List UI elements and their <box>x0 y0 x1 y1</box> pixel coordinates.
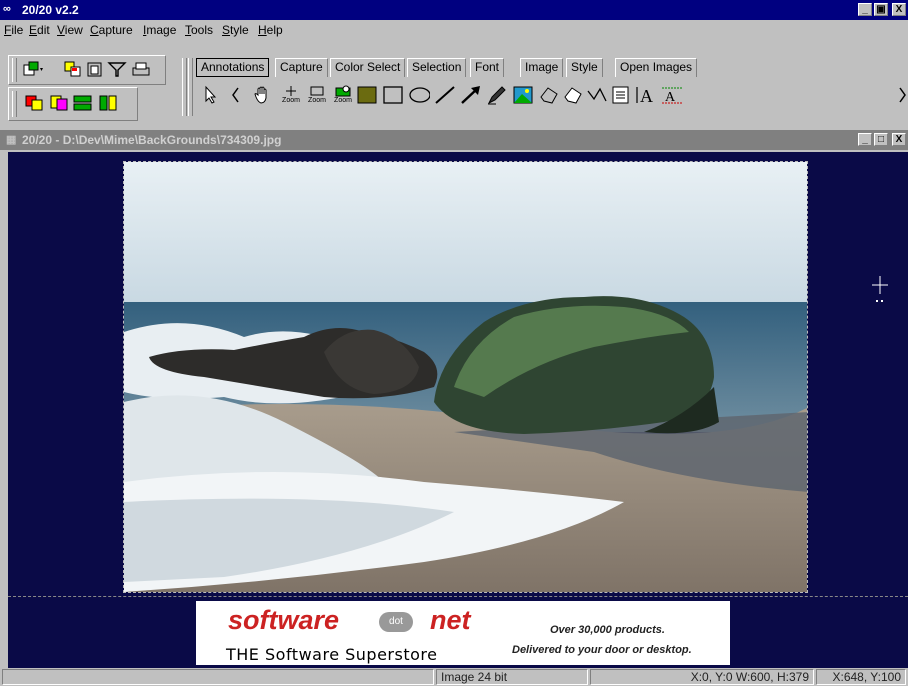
beach-photo[interactable] <box>123 161 808 593</box>
menu-capture[interactable]: Capture <box>90 23 133 37</box>
zoom-rect-tool[interactable]: Zoom <box>306 84 328 104</box>
text-tool-icon[interactable]: A <box>634 85 656 105</box>
status-mode: Image 24 bit <box>436 669 588 685</box>
callout-tool-icon[interactable]: A <box>660 85 682 105</box>
image-window-icon: ▦ <box>6 134 17 146</box>
zoom-in-tool[interactable]: Zoom <box>280 84 302 104</box>
app-title: 20/20 v2.2 <box>22 3 79 17</box>
menu-style[interactable]: Style <box>222 23 249 37</box>
menu-help[interactable]: Help <box>258 23 283 37</box>
ad-dot-badge: dot <box>379 612 413 632</box>
close-button[interactable]: X <box>892 3 906 16</box>
new-image-icon[interactable] <box>22 59 44 79</box>
tile-vertical-icon[interactable] <box>98 93 120 113</box>
glasses-icon: ∞ <box>3 3 11 15</box>
copy-icon[interactable] <box>62 59 84 79</box>
ad-banner[interactable]: software dot net THE Software Superstore… <box>196 601 730 665</box>
child-minimize-button[interactable]: _ <box>858 133 872 146</box>
child-close-button[interactable]: X <box>892 133 906 146</box>
svg-text:A: A <box>640 86 653 105</box>
ellipse-tool-icon[interactable] <box>408 85 430 105</box>
image-canvas[interactable] <box>8 152 908 596</box>
status-bar: Image 24 bit X:0, Y:0 W:600, H:379 X:648… <box>0 668 908 686</box>
scroll-right-icon[interactable] <box>892 85 908 105</box>
tile-horizontal-icon[interactable] <box>72 93 94 113</box>
tab-style[interactable]: Style <box>566 58 603 77</box>
paste-icon[interactable] <box>84 59 106 79</box>
hand-tool-icon[interactable] <box>252 85 274 105</box>
toolbar-grip[interactable] <box>182 58 187 116</box>
tab-open-images[interactable]: Open Images <box>615 58 698 77</box>
filled-polygon-tool-icon[interactable] <box>562 85 584 105</box>
status-empty <box>2 669 434 685</box>
toolbar-grip[interactable] <box>12 91 17 117</box>
ad-area: software dot net THE Software Superstore… <box>8 596 908 669</box>
filter-icon[interactable] <box>106 59 128 79</box>
ad-line-1: Over 30,000 products. <box>550 624 665 636</box>
pen-tool-icon[interactable] <box>486 85 508 105</box>
image-window-title: 20/20 - D:\Dev\Mime\BackGrounds\734309.j… <box>22 133 282 147</box>
menu-file[interactable]: File <box>4 23 23 37</box>
toolbar-grip[interactable] <box>12 58 17 82</box>
crosshair-cursor-icon <box>870 274 890 311</box>
child-maximize-button[interactable]: □ <box>874 133 888 146</box>
ad-brand-left: software <box>228 605 340 635</box>
restore-button[interactable]: ▣ <box>874 3 888 16</box>
tab-color-select[interactable]: Color Select <box>330 58 406 77</box>
ad-line-2: Delivered to your door or desktop. <box>512 644 692 656</box>
polyline-tool-icon[interactable] <box>586 85 608 105</box>
tab-capture[interactable]: Capture <box>275 58 328 77</box>
status-cursor: X:648, Y:100 <box>816 669 906 685</box>
image-stamp-icon[interactable] <box>512 85 534 105</box>
minimize-button[interactable]: _ <box>858 3 872 16</box>
duplicate-icon[interactable] <box>48 93 70 113</box>
zoom-fit-tool[interactable]: Zoom <box>332 84 354 104</box>
cascade-icon[interactable] <box>24 93 46 113</box>
menu-tools[interactable]: Tools <box>185 23 213 37</box>
fill-color-icon[interactable] <box>356 85 378 105</box>
arrow-tool-icon[interactable] <box>460 85 482 105</box>
image-window-title-bar[interactable]: ▦ 20/20 - D:\Dev\Mime\BackGrounds\734309… <box>0 130 908 150</box>
toolbar-grip[interactable] <box>188 58 193 116</box>
ad-tagline: THE Software Superstore <box>226 645 438 664</box>
tab-image[interactable]: Image <box>520 58 564 77</box>
line-tool-icon[interactable] <box>434 85 456 105</box>
menu-view[interactable]: View <box>57 23 83 37</box>
tab-font[interactable]: Font <box>470 58 505 77</box>
svg-text:A: A <box>665 90 676 105</box>
pointer-tool-icon[interactable] <box>200 85 222 105</box>
menu-bar: File Edit View Capture Image Tools Style… <box>0 20 908 40</box>
tab-selection[interactable]: Selection <box>407 58 467 77</box>
app-title-bar[interactable]: ∞ 20/20 v2.2 _ ▣ X <box>0 0 908 20</box>
toolbar-area <box>0 41 908 125</box>
notes-tool-icon[interactable] <box>610 85 632 105</box>
menu-edit[interactable]: Edit <box>29 23 50 37</box>
scroll-left-icon[interactable] <box>224 85 246 105</box>
polygon-tool-icon[interactable] <box>538 85 560 105</box>
menu-image[interactable]: Image <box>143 23 176 37</box>
tab-annotations[interactable]: Annotations <box>196 58 270 77</box>
status-selection: X:0, Y:0 W:600, H:379 <box>590 669 814 685</box>
print-icon[interactable] <box>130 59 152 79</box>
ad-brand-right: net <box>430 605 471 635</box>
rectangle-tool-icon[interactable] <box>382 85 404 105</box>
